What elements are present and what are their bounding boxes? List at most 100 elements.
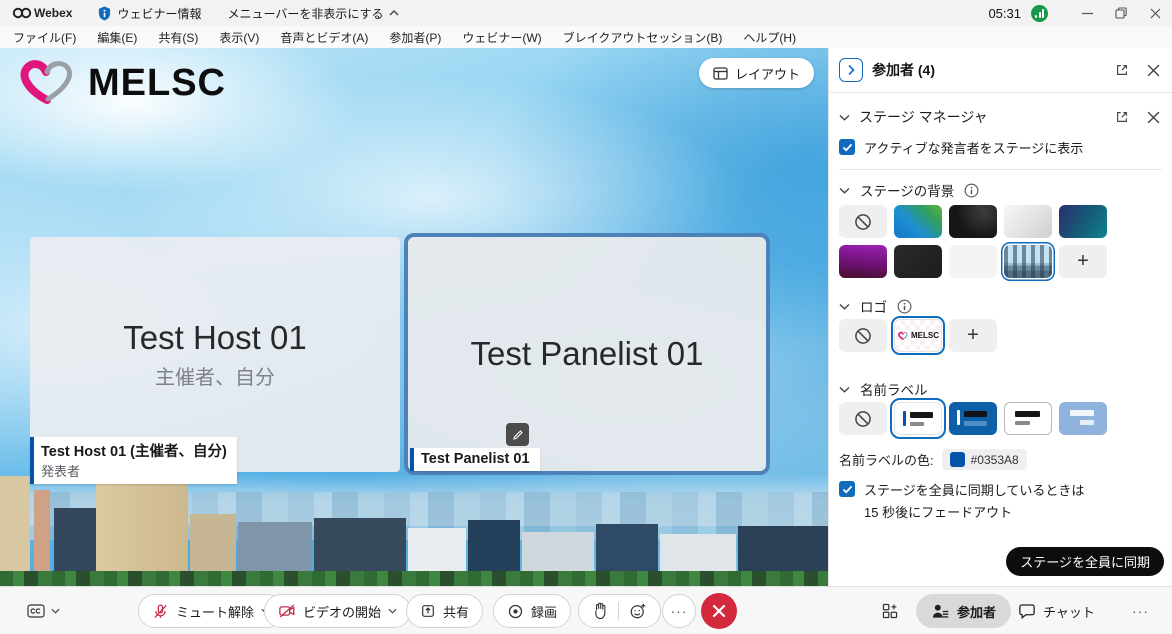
info-icon[interactable] (964, 183, 979, 198)
chat-button[interactable]: チャット (1018, 594, 1095, 628)
participants-toolbar-button[interactable]: 参加者 (916, 594, 1011, 628)
captions-icon (26, 603, 46, 619)
video-tile-panelist[interactable]: Test Panelist 01 (404, 233, 770, 475)
close-window-button[interactable] (1138, 0, 1172, 26)
unmute-label: ミュート解除 (176, 602, 254, 621)
start-video-button[interactable]: ビデオの開始 (264, 594, 411, 628)
logo-melsc-swatch-selected[interactable]: MELSC (894, 319, 942, 352)
titlebar: Webex ウェビナー情報 メニューバーを非表示にする 05:31 (0, 0, 1172, 26)
more-panels-button[interactable]: ··· (1132, 594, 1149, 628)
background-charcoal-swatch[interactable] (894, 245, 942, 278)
logo-section-title: ロゴ (860, 296, 887, 316)
stage-background-header: ステージの背景 (839, 179, 1164, 201)
close-panel-icon[interactable] (1147, 64, 1160, 77)
network-quality-icon[interactable] (1031, 5, 1048, 22)
menu-breakout[interactable]: ブレイクアウトセッション(B) (563, 29, 723, 46)
sync-fadeout-checkbox-row[interactable]: ステージを全員に同期しているときは 15 秒後にフェードアウト (839, 480, 1164, 524)
captions-button[interactable] (26, 594, 60, 628)
close-icon (712, 604, 726, 618)
menu-help[interactable]: ヘルプ(H) (743, 29, 796, 46)
menu-edit[interactable]: 編集(E) (97, 29, 137, 46)
participants-icon (931, 603, 950, 620)
raise-hand-icon[interactable] (592, 602, 608, 620)
edit-name-label-button[interactable] (506, 423, 529, 446)
app-name: Webex (34, 6, 72, 20)
menu-participants[interactable]: 参加者(P) (389, 29, 441, 46)
background-navy-teal-swatch[interactable] (1059, 205, 1107, 238)
chevron-down-icon[interactable] (839, 386, 850, 393)
mic-muted-icon (152, 603, 169, 620)
name-label-style-translucent[interactable] (1059, 402, 1107, 435)
name-label-line1: Test Panelist 01 (421, 451, 530, 467)
background-none-swatch[interactable] (839, 205, 887, 238)
background-cityscape-swatch-selected[interactable] (1004, 245, 1052, 278)
add-logo-button[interactable]: + (949, 319, 997, 352)
background-purple-swatch[interactable] (839, 245, 887, 278)
menu-audio-video[interactable]: 音声とビデオ(A) (280, 29, 368, 46)
close-panel-icon[interactable] (1147, 111, 1160, 124)
hide-menubar-button[interactable]: メニューバーを非表示にする (227, 5, 398, 22)
name-label-line2: 発表者 (41, 461, 227, 480)
record-icon (507, 603, 524, 620)
record-button[interactable]: 録画 (493, 594, 571, 628)
webex-brand: Webex (0, 6, 72, 20)
bottom-toolbar: ミュート解除 ビデオの開始 共有 録画 ··· 参加者 チャット ··· (0, 586, 1172, 634)
hide-menubar-label: メニューバーを非表示にする (227, 5, 383, 22)
chevron-down-icon[interactable] (839, 114, 850, 121)
more-options-button[interactable]: ··· (662, 594, 696, 628)
background-light-gray-swatch[interactable] (1004, 205, 1052, 238)
name-label-panelist: Test Panelist 01 (410, 448, 540, 471)
collapse-panel-button[interactable] (839, 58, 863, 82)
stage-background-title: ステージの背景 (860, 180, 954, 200)
stage-logo-text: MELSC (88, 62, 226, 105)
layout-button[interactable]: レイアウト (699, 58, 814, 88)
info-icon[interactable] (897, 299, 912, 314)
minimize-button[interactable] (1070, 0, 1104, 26)
popout-icon[interactable] (1115, 110, 1129, 124)
layout-grid-icon (713, 67, 728, 80)
share-label: 共有 (443, 602, 469, 621)
tile-display-name: Test Host 01 (123, 319, 306, 357)
leave-meeting-button[interactable] (701, 593, 737, 629)
chevron-down-icon[interactable] (839, 303, 850, 310)
name-label-style-solid-blue[interactable] (949, 402, 997, 435)
logo-none-swatch[interactable] (839, 319, 887, 352)
background-black-swatch[interactable] (949, 205, 997, 238)
menu-share[interactable]: 共有(S) (158, 29, 198, 46)
background-white-swatch[interactable] (949, 245, 997, 278)
name-label-style-outline[interactable] (1004, 402, 1052, 435)
reactions-group (578, 594, 661, 628)
sync-stage-button[interactable]: ステージを全員に同期 (1006, 547, 1164, 576)
active-speaker-checkbox-row[interactable]: アクティブな発言者をステージに表示 (839, 138, 1164, 157)
name-label-section-header: 名前ラベル (839, 378, 1164, 400)
checkbox-checked-icon[interactable] (839, 139, 855, 155)
participants-panel-header: 参加者 (4) (839, 55, 1164, 85)
name-label-style-accent-bar-selected[interactable] (894, 402, 942, 435)
chevron-down-icon[interactable] (839, 187, 850, 194)
layout-button-label: レイアウト (735, 64, 800, 83)
popout-icon[interactable] (1115, 63, 1129, 77)
background-blue-green-swatch[interactable] (894, 205, 942, 238)
restore-button[interactable] (1104, 0, 1138, 26)
background-swatch-row-2: + (839, 245, 1107, 278)
session-timer: 05:31 (988, 6, 1021, 21)
panel-divider (829, 92, 1172, 93)
titlebar-right: 05:31 (988, 0, 1172, 26)
menu-webinar[interactable]: ウェビナー(W) (462, 29, 541, 46)
name-label-none-swatch[interactable] (839, 402, 887, 435)
share-button[interactable]: 共有 (406, 594, 483, 628)
menu-file[interactable]: ファイル(F) (13, 29, 76, 46)
unmute-button[interactable]: ミュート解除 (138, 594, 284, 628)
chat-bubble-icon (1018, 602, 1036, 620)
city-skyline-background (0, 474, 828, 586)
name-label-color-picker[interactable]: #0353A8 (942, 449, 1027, 470)
sync-fadeout-label-line2: 15 秒後にフェードアウト (864, 505, 1012, 520)
stage-brand-logo: MELSC (14, 58, 226, 108)
start-video-label: ビデオの開始 (303, 602, 381, 621)
add-background-button[interactable]: + (1059, 245, 1107, 278)
menu-view[interactable]: 表示(V) (219, 29, 259, 46)
apps-button[interactable] (881, 594, 899, 628)
webinar-info-button[interactable]: ウェビナー情報 (98, 5, 201, 22)
checkbox-checked-icon[interactable] (839, 481, 855, 497)
add-reaction-icon[interactable] (629, 602, 647, 620)
